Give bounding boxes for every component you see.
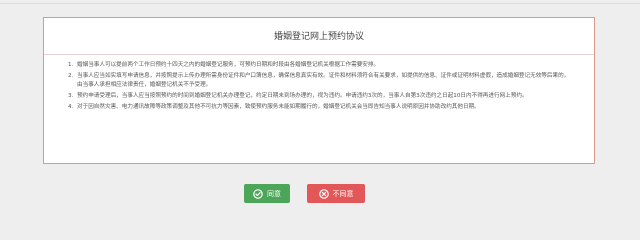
top-divider xyxy=(0,3,640,4)
term-item-3: 3. 预约申请受理后，当事人应当按照预约的时间到婚姻登记机关办理登记，约定日期未… xyxy=(68,92,570,101)
title-divider xyxy=(44,54,594,55)
term-item-1: 1. 婚姻当事人可以提前两个工作日预约十四天之内的婚姻登记服务，可预约日期和时段… xyxy=(68,61,570,70)
close-circle-icon xyxy=(318,188,329,199)
agree-button[interactable]: 同意 xyxy=(244,184,290,203)
term-text: 当事人应当如实填写申请信息，并按照提示上传办理所需身份证件和户口簿信息，确保信息… xyxy=(77,73,570,88)
term-text: 对于因自然灾害、电力通讯故障等政策调整及其他不可抗力等因素，致使预约服务未能如期… xyxy=(77,104,480,110)
term-number: 3. xyxy=(68,93,74,99)
term-text: 预约申请受理后，当事人应当按照预约的时间到婚姻登记机关办理登记，约定日期未到场办… xyxy=(77,93,528,99)
disagree-button-label: 不同意 xyxy=(332,189,354,198)
term-text: 婚姻当事人可以提前两个工作日预约十四天之内的婚姻登记服务，可预约日期和时段由各婚… xyxy=(77,62,380,68)
agreement-title: 婚姻登记网上预约协议 xyxy=(273,32,364,42)
check-circle-icon xyxy=(253,188,263,199)
term-number: 2. xyxy=(68,73,74,79)
agree-button-label: 同意 xyxy=(267,189,281,198)
term-number: 4. xyxy=(68,104,74,110)
terms-list: 1. 婚姻当事人可以提前两个工作日预约十四天之内的婚姻登记服务，可预约日期和时段… xyxy=(68,61,570,114)
term-number: 1. xyxy=(68,62,74,68)
agreement-actions: 同意 不同意 xyxy=(244,184,365,203)
agreement-panel: 婚姻登记网上预约协议 1. 婚姻当事人可以提前两个工作日预约十四天之内的婚姻登记… xyxy=(43,17,595,164)
term-item-4: 4. 对于因自然灾害、电力通讯故障等政策调整及其他不可抗力等因素，致使预约服务未… xyxy=(68,103,570,112)
page: 婚姻登记网上预约协议 1. 婚姻当事人可以提前两个工作日预约十四天之内的婚姻登记… xyxy=(0,0,640,234)
term-item-2: 2. 当事人应当如实填写申请信息，并按照提示上传办理所需身份证件和户口簿信息，确… xyxy=(68,72,570,90)
disagree-button[interactable]: 不同意 xyxy=(307,184,365,203)
